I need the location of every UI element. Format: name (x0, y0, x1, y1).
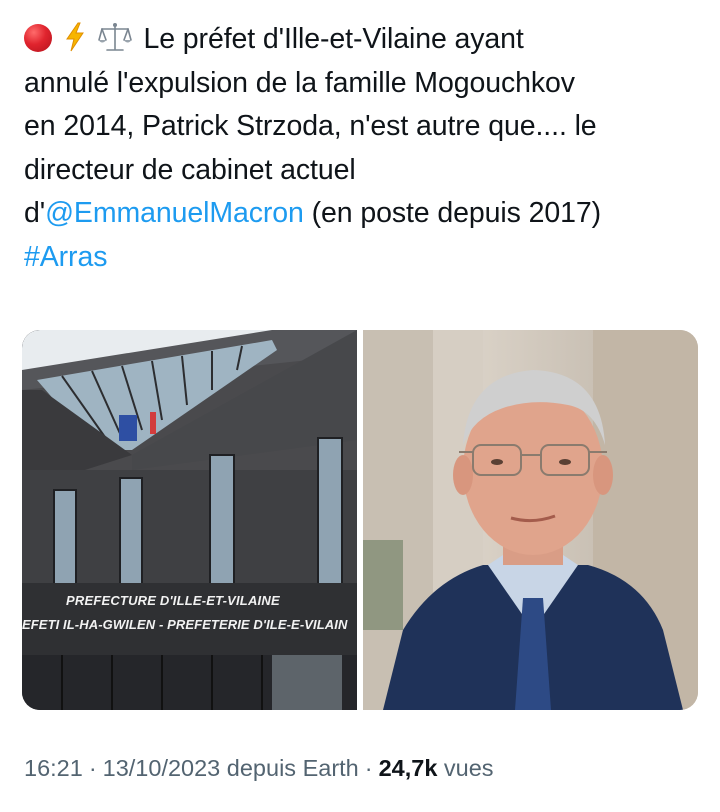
separator-dot: · (88, 755, 97, 781)
separator-dot: · (364, 755, 373, 781)
prefecture-sign: PREFECTURE D'ILLE-ET-VILAINE EFETI IL-HA… (22, 583, 357, 655)
tweet-date[interactable]: 13/10/2023 (103, 755, 221, 781)
mention-prefix: d' (24, 197, 46, 229)
tweet-text: Le préfet d'Ille-et-Vilaine ayant annulé… (24, 18, 704, 279)
tweet-source: depuis Earth (226, 755, 359, 781)
tweet-time[interactable]: 16:21 (24, 755, 83, 781)
sign-line-2: EFETI IL-HA-GWILEN - PREFETERIE D'ILE-E-… (22, 617, 348, 632)
tweet-line-3: en 2014, Patrick Strzoda, n'est autre qu… (24, 110, 597, 142)
hashtag-link[interactable]: #Arras (24, 236, 704, 280)
tweet-line-2: annulé l'expulsion de la famille Mogouch… (24, 66, 575, 99)
tweet-line-4: directeur de cabinet actuel (24, 153, 356, 186)
tweet-line-1: Le préfet d'Ille-et-Vilaine ayant (24, 18, 704, 62)
balance-scale-icon (97, 23, 132, 51)
tweet-meta: 16:21 · 13/10/2023 depuis Earth · 24,7k vues (24, 755, 494, 782)
views-label: vues (443, 755, 494, 781)
views-count: 24,7k (378, 755, 438, 781)
tweet-text-line: Le préfet d'Ille-et-Vilaine ayant (143, 23, 524, 55)
tweet-media[interactable]: PREFECTURE D'ILLE-ET-VILAINE EFETI IL-HA… (22, 330, 698, 710)
tweet-line-5: d'@EmmanuelMacron (en poste depuis 2017) (24, 192, 704, 236)
prefecture-building-photo[interactable]: PREFECTURE D'ILLE-ET-VILAINE EFETI IL-HA… (22, 330, 357, 710)
portrait-illustration (363, 330, 698, 710)
high-voltage-icon (65, 22, 84, 52)
portrait-photo[interactable] (363, 330, 698, 710)
mention-link[interactable]: @EmmanuelMacron (45, 197, 304, 229)
red-circle-icon (24, 24, 52, 52)
sign-line-1: PREFECTURE D'ILLE-ET-VILAINE (66, 593, 280, 608)
mention-suffix: (en poste depuis 2017) (303, 197, 601, 229)
